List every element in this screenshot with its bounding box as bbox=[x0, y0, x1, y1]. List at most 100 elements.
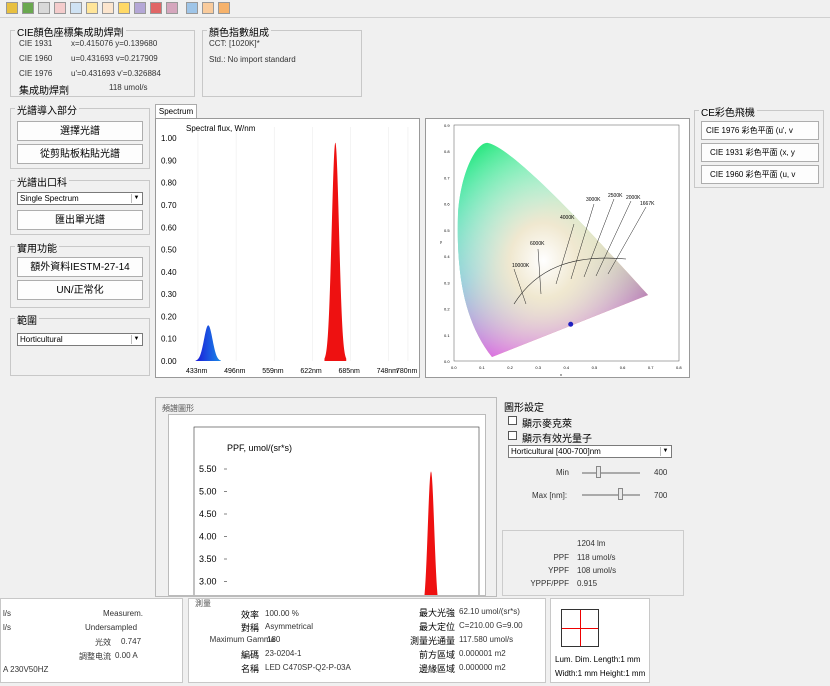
front-area-value: 0.000001 m2 bbox=[459, 649, 506, 658]
globe-icon[interactable] bbox=[166, 2, 178, 14]
efficacy-value: 0.747 bbox=[121, 637, 142, 646]
efficiency-label: 效率 bbox=[240, 610, 259, 620]
power-supply: A 230V50HZ bbox=[3, 665, 49, 674]
ppf-ytick-label: 4.00 bbox=[199, 532, 217, 542]
warning-icon[interactable] bbox=[118, 2, 130, 14]
spectrum-ytick-label: 0.70 bbox=[161, 201, 177, 210]
cct-label-2500: 2500K bbox=[608, 193, 623, 199]
spectrum-xtick-label: 748nm bbox=[377, 368, 399, 375]
measured-flux-label: 測量光通量 bbox=[409, 636, 455, 646]
max-position-value: C=210.00 G=9.00 bbox=[459, 621, 523, 630]
luminaire-dimension-group: Lum. Dim. Length:1 mm Width:1 mm Height:… bbox=[550, 598, 650, 683]
spectrum-xtick-label: 685nm bbox=[338, 368, 360, 375]
min-slider-handle[interactable] bbox=[596, 466, 601, 478]
current-value: 0.00 A bbox=[115, 651, 138, 660]
cie-ytick-label: 0.5 bbox=[444, 228, 450, 233]
cct-value: CCT: [1020K]* bbox=[209, 39, 260, 48]
max-intensity-value: 62.10 umol/(sr*s) bbox=[459, 607, 520, 616]
show-mccree-checkbox[interactable] bbox=[508, 416, 517, 425]
code-label: 編碼 bbox=[240, 650, 259, 660]
chart-icon[interactable] bbox=[22, 2, 34, 14]
efficiency-value: 100.00 % bbox=[265, 609, 299, 618]
cie-xtick-label: 0.1 bbox=[479, 365, 485, 370]
image-icon[interactable] bbox=[134, 2, 146, 14]
cie-ytick-label: 0.4 bbox=[444, 254, 450, 259]
min-value: 400 bbox=[654, 468, 668, 477]
ppf-chart: 5.505.004.504.003.503.002.50 bbox=[193, 426, 480, 595]
yppf-ppf-value: 0.915 bbox=[577, 579, 598, 588]
cie-coordinates-title: CIE顏色座標集成助焊劑 bbox=[15, 24, 126, 39]
cct-label-2000: 2000K bbox=[626, 195, 641, 201]
ppf-value: 118 umol/s bbox=[577, 553, 616, 562]
blue-peak bbox=[195, 325, 221, 361]
cie-xtick-label: 0.0 bbox=[451, 365, 457, 370]
cie-1976-value: u'=0.431693 v'=0.326884 bbox=[71, 69, 161, 78]
select-spectrum-button[interactable]: 選擇光譜 bbox=[17, 121, 143, 141]
chevron-down-icon: ▼ bbox=[660, 447, 670, 456]
extra-data-button[interactable]: 額外資料IESTM-27-14 bbox=[17, 257, 143, 277]
red-peak bbox=[324, 142, 347, 361]
target-icon[interactable] bbox=[150, 2, 162, 14]
ppf-range-value: Horticultural [400-700]nm bbox=[511, 447, 601, 456]
spectrum-xtick-label: 559nm bbox=[262, 368, 284, 375]
ppf-chart-panel: 5.505.004.504.003.503.002.50 PPF, umol/(… bbox=[168, 414, 486, 596]
cie-coordinates-group: CIE顏色座標集成助焊劑 CIE 1931 x=0.415076 y=0.139… bbox=[10, 24, 195, 97]
cie-ytick-label: 0.2 bbox=[444, 307, 450, 312]
flux-label: 集成助焊劑 bbox=[19, 86, 69, 97]
ppf-label: PPF bbox=[553, 553, 569, 562]
graph-settings-title: 圖形設定 bbox=[504, 403, 544, 414]
range-group: 範圍 Horticultural ▼ bbox=[10, 312, 150, 376]
lum-dim-line2: Width:1 mm Height:1 mm bbox=[555, 669, 646, 678]
cie-ytick-label: 0.7 bbox=[444, 175, 450, 180]
min-label: Min bbox=[556, 468, 569, 477]
spectrum-chart-title: Spectral flux, W/nm bbox=[186, 124, 256, 133]
report-icon[interactable] bbox=[70, 2, 82, 14]
cie-1960-label: CIE 1960 bbox=[19, 54, 53, 63]
name-label: 名稱 bbox=[240, 664, 259, 674]
ppf-graph-title: 頻譜圖形 bbox=[162, 404, 194, 413]
max-slider-handle[interactable] bbox=[618, 488, 623, 500]
range-select[interactable]: Horticultural ▼ bbox=[17, 333, 143, 346]
ppf-graph-group: 頻譜圖形 5.505.004.504.003.503.002.50 PPF, u… bbox=[155, 397, 497, 597]
cie-1931-plane-button[interactable]: CIE 1931 彩色平面 (x, y bbox=[701, 143, 819, 162]
lamp-icon[interactable] bbox=[54, 2, 66, 14]
cie-diagram-panel: 3000K 2500K 2000K 1667K 4000K 6000K 1000… bbox=[425, 118, 690, 378]
stats-group: 1204 lm PPF 118 umol/s YPPF 108 umol/s Y… bbox=[502, 530, 684, 596]
yppf-value: 108 umol/s bbox=[577, 566, 617, 575]
ppf-ytick-label: 4.50 bbox=[199, 509, 217, 519]
paste-spectrum-button[interactable]: 從剪貼板粘貼光譜 bbox=[17, 144, 143, 164]
export-mode-select[interactable]: Single Spectrum ▼ bbox=[17, 192, 143, 205]
spectrum-ytick-label: 0.20 bbox=[161, 312, 177, 321]
grid-icon[interactable] bbox=[38, 2, 50, 14]
open-icon[interactable] bbox=[6, 2, 18, 14]
normalize-button[interactable]: UN/正常化 bbox=[17, 280, 143, 300]
max-value: 700 bbox=[654, 491, 668, 500]
cie-xtick-label: 0.8 bbox=[676, 365, 682, 370]
cie-1976-label: CIE 1976 bbox=[19, 69, 53, 78]
cie-x-axis-label: x bbox=[560, 372, 562, 377]
measurement-group: 測量 效率 100.00 % 對稱 Asymmetrical Maximum G… bbox=[188, 598, 546, 683]
export-title: 光譜出口科 bbox=[15, 174, 69, 189]
spectrum-xtick-label: 496nm bbox=[224, 368, 246, 375]
cie-xtick-label: 0.3 bbox=[535, 365, 541, 370]
ppf-range-select[interactable]: Horticultural [400-700]nm ▼ bbox=[508, 445, 672, 458]
export-spectrum-button[interactable]: 匯出單光譜 bbox=[17, 210, 143, 230]
max-slider-track[interactable] bbox=[582, 494, 640, 496]
min-slider-track[interactable] bbox=[582, 472, 640, 474]
tab-spectrum[interactable]: Spectrum bbox=[155, 104, 197, 118]
bars-icon[interactable] bbox=[186, 2, 198, 14]
copy-icon[interactable] bbox=[218, 2, 230, 14]
document-icon[interactable] bbox=[86, 2, 98, 14]
show-ppf-checkbox[interactable] bbox=[508, 431, 517, 440]
spectrum-chart: 1.00 0.90 0.80 0.70 0.60 0.50 0.40 0.30 0.20 0.10… bbox=[161, 127, 418, 375]
cie-1960-plane-button[interactable]: CIE 1960 彩色平面 (u, v bbox=[701, 165, 819, 184]
cie-1976-plane-button[interactable]: CIE 1976 彩色平面 (u', v bbox=[701, 121, 819, 140]
cct-label-3000: 3000K bbox=[586, 197, 601, 203]
cie-xtick-label: 0.2 bbox=[507, 365, 513, 370]
calculator-icon[interactable] bbox=[202, 2, 214, 14]
spectrum-chart-panel: 1.00 0.90 0.80 0.70 0.60 0.50 0.40 0.30 0.20 0.10… bbox=[155, 118, 420, 378]
ppf-chart-title: PPF, umol/(sr*s) bbox=[227, 443, 293, 453]
max-label: Max [nm]: bbox=[532, 491, 568, 500]
print-icon[interactable] bbox=[102, 2, 114, 14]
spectrum-ytick-label: 1.00 bbox=[161, 134, 177, 143]
